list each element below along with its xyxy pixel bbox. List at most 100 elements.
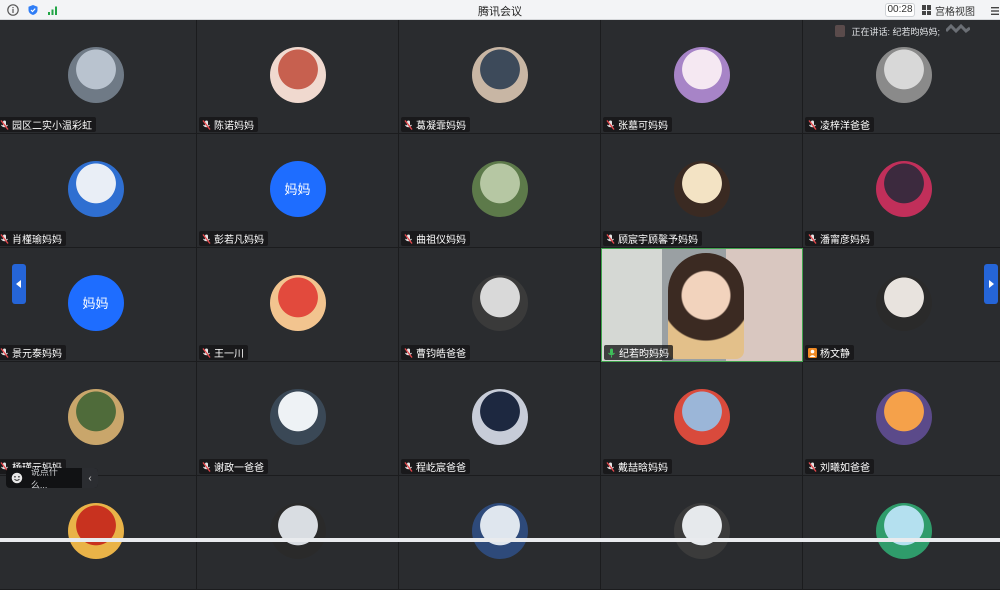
name-tag: 凌梓洋爸爸 bbox=[805, 117, 874, 132]
participant-tile[interactable] bbox=[803, 476, 1000, 590]
mic-muted-icon bbox=[808, 461, 817, 472]
name-tag: 谢政一爸爸 bbox=[199, 459, 268, 474]
mic-muted-icon bbox=[404, 347, 413, 358]
participant-tile[interactable]: 张墓可妈妈 bbox=[601, 20, 803, 134]
participant-tile[interactable]: 王一川 bbox=[197, 248, 399, 362]
participant-tile[interactable]: 葛凝霏妈妈 bbox=[399, 20, 601, 134]
name-tag: 曹钧皓爸爸 bbox=[401, 345, 470, 360]
taskbar-strip bbox=[0, 538, 1000, 542]
page-next-button[interactable] bbox=[984, 264, 998, 304]
mic-active-icon bbox=[608, 348, 615, 357]
name-tag: 彭若凡妈妈 bbox=[199, 231, 268, 246]
participant-tile[interactable]: 刘曦如爸爸 bbox=[803, 362, 1000, 476]
avatar bbox=[875, 388, 932, 445]
participant-tile[interactable]: 纪若昀妈妈 bbox=[601, 248, 803, 362]
avatar bbox=[875, 160, 932, 217]
participant-name: 肖槿瑜妈妈 bbox=[12, 235, 62, 246]
more-icon[interactable] bbox=[990, 4, 1000, 16]
name-tag: 陈诺妈妈 bbox=[199, 117, 258, 132]
participant-name: 景元泰妈妈 bbox=[12, 349, 62, 360]
participant-grid: 园区二实小温彩虹 陈诺妈妈 葛凝霏妈妈 张墓可妈妈 凌梓洋爸爸肖槿瑜妈妈 妈妈 彭若凡妈妈曲… bbox=[0, 20, 1000, 590]
participant-tile[interactable]: 戴喆晗妈妈 bbox=[601, 362, 803, 476]
name-tag: 张墓可妈妈 bbox=[603, 117, 672, 132]
audio-wave-icon bbox=[946, 24, 970, 34]
name-tag: 戴喆晗妈妈 bbox=[603, 459, 672, 474]
avatar bbox=[673, 388, 730, 445]
host-icon bbox=[808, 347, 817, 358]
chevron-right-icon bbox=[989, 280, 994, 288]
participant-tile[interactable]: 肖槿瑜妈妈 bbox=[0, 134, 197, 248]
title-bar: 腾讯会议 00:28 宫格视图 bbox=[0, 0, 1000, 20]
participant-name: 顾宸宇顾馨予妈妈 bbox=[618, 235, 698, 246]
mic-muted-icon bbox=[404, 233, 413, 244]
avatar bbox=[471, 388, 528, 445]
name-tag: 程屹宸爸爸 bbox=[401, 459, 470, 474]
participant-tile[interactable] bbox=[0, 476, 197, 590]
mic-muted-icon bbox=[808, 119, 817, 130]
mic-muted-icon bbox=[202, 461, 211, 472]
participant-name: 谢政一爸爸 bbox=[214, 463, 264, 474]
participant-name: 曹钧皓爸爸 bbox=[416, 349, 466, 360]
participant-tile[interactable]: 曲祖仪妈妈 bbox=[399, 134, 601, 248]
grid-view-button[interactable]: 宫格视图 bbox=[922, 2, 975, 18]
participant-tile[interactable] bbox=[197, 476, 399, 590]
mic-muted-icon bbox=[0, 119, 9, 130]
participant-tile[interactable]: 潘甯彦妈妈 bbox=[803, 134, 1000, 248]
emoji-icon[interactable] bbox=[11, 472, 23, 484]
speaking-indicator: 正在讲话: 纪若昀妈妈; bbox=[835, 24, 970, 38]
participant-name: 曲祖仪妈妈 bbox=[416, 235, 466, 246]
participant-tile[interactable]: 陈诺妈妈 bbox=[197, 20, 399, 134]
chat-collapse-button[interactable]: ‹ bbox=[82, 468, 98, 488]
mic-muted-icon bbox=[404, 119, 413, 130]
mic-muted-icon bbox=[404, 461, 413, 472]
mic-muted-icon bbox=[202, 347, 211, 358]
participant-name: 园区二实小温彩虹 bbox=[12, 121, 92, 132]
chat-placeholder[interactable]: 说点什么... bbox=[31, 465, 74, 491]
participant-tile[interactable]: 园区二实小温彩虹 bbox=[0, 20, 197, 134]
participant-name: 陈诺妈妈 bbox=[214, 121, 254, 132]
speaker-avatar bbox=[835, 25, 846, 37]
avatar bbox=[875, 274, 932, 331]
name-tag: 葛凝霏妈妈 bbox=[401, 117, 470, 132]
participant-tile[interactable]: 顾宸宇顾馨予妈妈 bbox=[601, 134, 803, 248]
participant-tile[interactable]: 杨文静 bbox=[803, 248, 1000, 362]
participant-tile[interactable]: 谢政一爸爸 bbox=[197, 362, 399, 476]
participant-tile[interactable]: 杨瑾元妈妈 bbox=[0, 362, 197, 476]
avatar bbox=[875, 46, 932, 103]
participant-tile[interactable] bbox=[399, 476, 601, 590]
participant-name: 王一川 bbox=[214, 349, 244, 360]
participant-name: 杨文静 bbox=[820, 349, 850, 360]
participant-tile[interactable]: 妈妈 彭若凡妈妈 bbox=[197, 134, 399, 248]
name-tag: 杨文静 bbox=[805, 345, 854, 360]
grid-view-label: 宫格视图 bbox=[935, 6, 975, 18]
info-icon[interactable] bbox=[6, 3, 19, 16]
mic-muted-icon bbox=[202, 119, 211, 130]
chevron-left-icon: ‹ bbox=[88, 472, 92, 484]
meeting-timer: 00:28 bbox=[885, 3, 915, 17]
avatar bbox=[269, 388, 326, 445]
participant-tile[interactable] bbox=[601, 476, 803, 590]
avatar bbox=[269, 274, 326, 331]
avatar bbox=[269, 502, 326, 559]
mic-muted-icon bbox=[606, 233, 615, 244]
name-tag: 顾宸宇顾馨予妈妈 bbox=[603, 231, 702, 246]
avatar bbox=[471, 274, 528, 331]
participant-name: 潘甯彦妈妈 bbox=[820, 235, 870, 246]
name-tag: 纪若昀妈妈 bbox=[604, 345, 673, 360]
mic-muted-icon bbox=[606, 461, 615, 472]
mic-muted-icon bbox=[202, 233, 211, 244]
participant-tile[interactable]: 妈妈 景元泰妈妈 bbox=[0, 248, 197, 362]
avatar bbox=[471, 502, 528, 559]
participant-tile[interactable]: 程屹宸爸爸 bbox=[399, 362, 601, 476]
avatar bbox=[67, 160, 124, 217]
chat-input-bar[interactable]: 说点什么... ‹ bbox=[6, 465, 98, 491]
speaker-face bbox=[668, 253, 744, 359]
security-shield-icon[interactable] bbox=[26, 3, 39, 16]
page-prev-button[interactable] bbox=[12, 264, 26, 304]
avatar bbox=[471, 160, 528, 217]
signal-strength-icon[interactable] bbox=[46, 3, 59, 16]
participant-name: 葛凝霏妈妈 bbox=[416, 121, 466, 132]
avatar bbox=[471, 46, 528, 103]
name-tag: 王一川 bbox=[199, 345, 248, 360]
participant-tile[interactable]: 曹钧皓爸爸 bbox=[399, 248, 601, 362]
